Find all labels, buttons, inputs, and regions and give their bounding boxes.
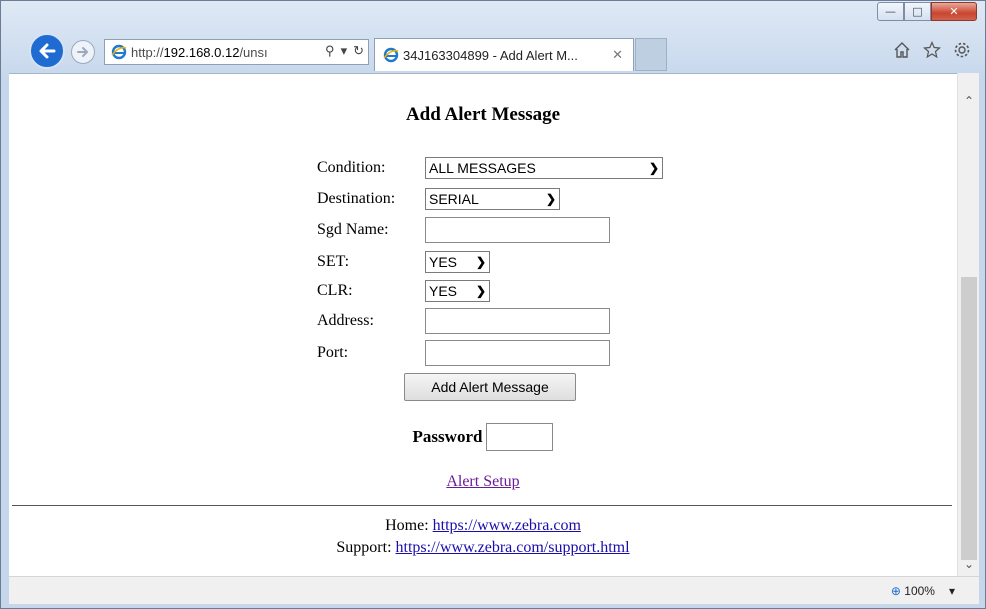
minimize-icon: —	[885, 5, 896, 18]
address-input[interactable]	[425, 308, 610, 334]
url-host: 192.168.0.12	[163, 44, 240, 60]
destination-label: Destination:	[317, 190, 396, 207]
status-bar: ⊕ 100% ▾	[9, 576, 979, 604]
window-controls: — □ ✕	[877, 2, 977, 21]
sgd-name-label: Sgd Name:	[317, 221, 389, 238]
home-link[interactable]: https://www.zebra.com	[433, 517, 581, 534]
set-label: SET:	[317, 253, 350, 270]
vertical-scrollbar[interactable]: ⌃ ⌄	[957, 73, 979, 576]
tab-close-icon[interactable]: ✕	[612, 47, 623, 63]
condition-select[interactable]: ALL MESSAGES ❯	[425, 157, 663, 179]
close-icon: ✕	[949, 5, 959, 18]
clr-value: YES	[429, 283, 458, 299]
minimize-button[interactable]: —	[877, 2, 904, 21]
page-content: Add Alert Message Condition: ALL MESSAGE…	[9, 73, 957, 576]
home-label: Home:	[385, 517, 429, 534]
set-value: YES	[429, 254, 458, 270]
password-input[interactable]	[486, 423, 554, 451]
sgd-row: Sgd Name:	[317, 217, 610, 243]
search-icon[interactable]: ⚲	[325, 43, 335, 59]
home-line: Home: https://www.zebra.com	[9, 517, 957, 535]
address-tools: ⚲ ▾ ↻	[321, 43, 364, 59]
chevron-down-icon: ❯	[545, 192, 556, 206]
support-label: Support:	[336, 539, 392, 556]
zoom-control[interactable]: ⊕ 100%	[891, 584, 935, 598]
clr-row: CLR: YES ❯	[317, 279, 490, 303]
forward-arrow-icon	[77, 47, 88, 57]
ie-tab-icon	[383, 47, 399, 63]
tab-title: 34J163304899 - Add Alert M...	[403, 47, 578, 63]
scroll-up-icon[interactable]: ⌃	[958, 91, 980, 111]
alert-setup-link-wrap: Alert Setup	[9, 473, 957, 491]
favorites-star-icon[interactable]	[923, 41, 941, 59]
scroll-down-icon[interactable]: ⌄	[958, 554, 980, 574]
new-tab-button[interactable]	[635, 38, 667, 71]
clr-select[interactable]: YES ❯	[425, 280, 490, 302]
page-title: Add Alert Message	[405, 104, 561, 125]
browser-toolbar-icons	[893, 41, 971, 59]
scroll-thumb[interactable]	[961, 277, 977, 560]
refresh-icon[interactable]: ↻	[353, 43, 364, 59]
condition-value: ALL MESSAGES	[429, 160, 536, 176]
add-alert-message-button[interactable]: Add Alert Message	[404, 373, 576, 401]
browser-window: — □ ✕ http://192.168.0.12/unsı ⚲ ▾ ↻ 34J…	[0, 0, 986, 609]
clr-label: CLR:	[317, 282, 353, 299]
zoom-level: 100%	[904, 583, 935, 598]
ie-page-icon	[111, 44, 127, 60]
port-label: Port:	[317, 344, 349, 361]
condition-row: Condition: ALL MESSAGES ❯	[317, 156, 663, 180]
zoom-icon: ⊕	[890, 583, 901, 598]
url-prefix: http://	[131, 44, 164, 60]
chevron-down-icon: ❯	[475, 284, 486, 298]
forward-button[interactable]	[71, 40, 95, 64]
address-row: Address:	[317, 308, 610, 334]
chevron-down-icon: ❯	[648, 161, 659, 175]
set-row: SET: YES ❯	[317, 250, 490, 274]
destination-value: SERIAL	[429, 191, 479, 207]
alert-setup-link[interactable]: Alert Setup	[446, 473, 519, 490]
destination-select[interactable]: SERIAL ❯	[425, 188, 560, 210]
support-link[interactable]: https://www.zebra.com/support.html	[396, 539, 630, 556]
password-label: Password	[412, 427, 483, 446]
address-bar[interactable]: http://192.168.0.12/unsı ⚲ ▾ ↻	[104, 39, 369, 65]
destination-row: Destination: SERIAL ❯	[317, 187, 560, 211]
support-line: Support: https://www.zebra.com/support.h…	[9, 539, 957, 557]
port-input[interactable]	[425, 340, 610, 366]
port-row: Port:	[317, 340, 610, 366]
zoom-dropdown-icon[interactable]: ▾	[949, 584, 955, 598]
back-button[interactable]	[29, 33, 65, 69]
maximize-icon: □	[912, 5, 923, 18]
condition-label: Condition:	[317, 159, 386, 176]
set-select[interactable]: YES ❯	[425, 251, 490, 273]
divider	[12, 505, 952, 506]
maximize-button[interactable]: □	[904, 2, 931, 21]
address-label: Address:	[317, 312, 374, 329]
tab-active[interactable]: 34J163304899 - Add Alert M... ✕	[374, 38, 634, 71]
home-icon[interactable]	[893, 41, 911, 59]
close-window-button[interactable]: ✕	[931, 2, 977, 21]
password-row: Password	[9, 423, 957, 451]
dropdown-icon[interactable]: ▾	[341, 43, 348, 59]
back-arrow-icon	[39, 43, 56, 59]
chevron-down-icon: ❯	[475, 255, 486, 269]
url-rest: /unsı	[239, 44, 268, 60]
settings-gear-icon[interactable]	[953, 41, 971, 59]
sgd-name-input[interactable]	[425, 217, 610, 243]
